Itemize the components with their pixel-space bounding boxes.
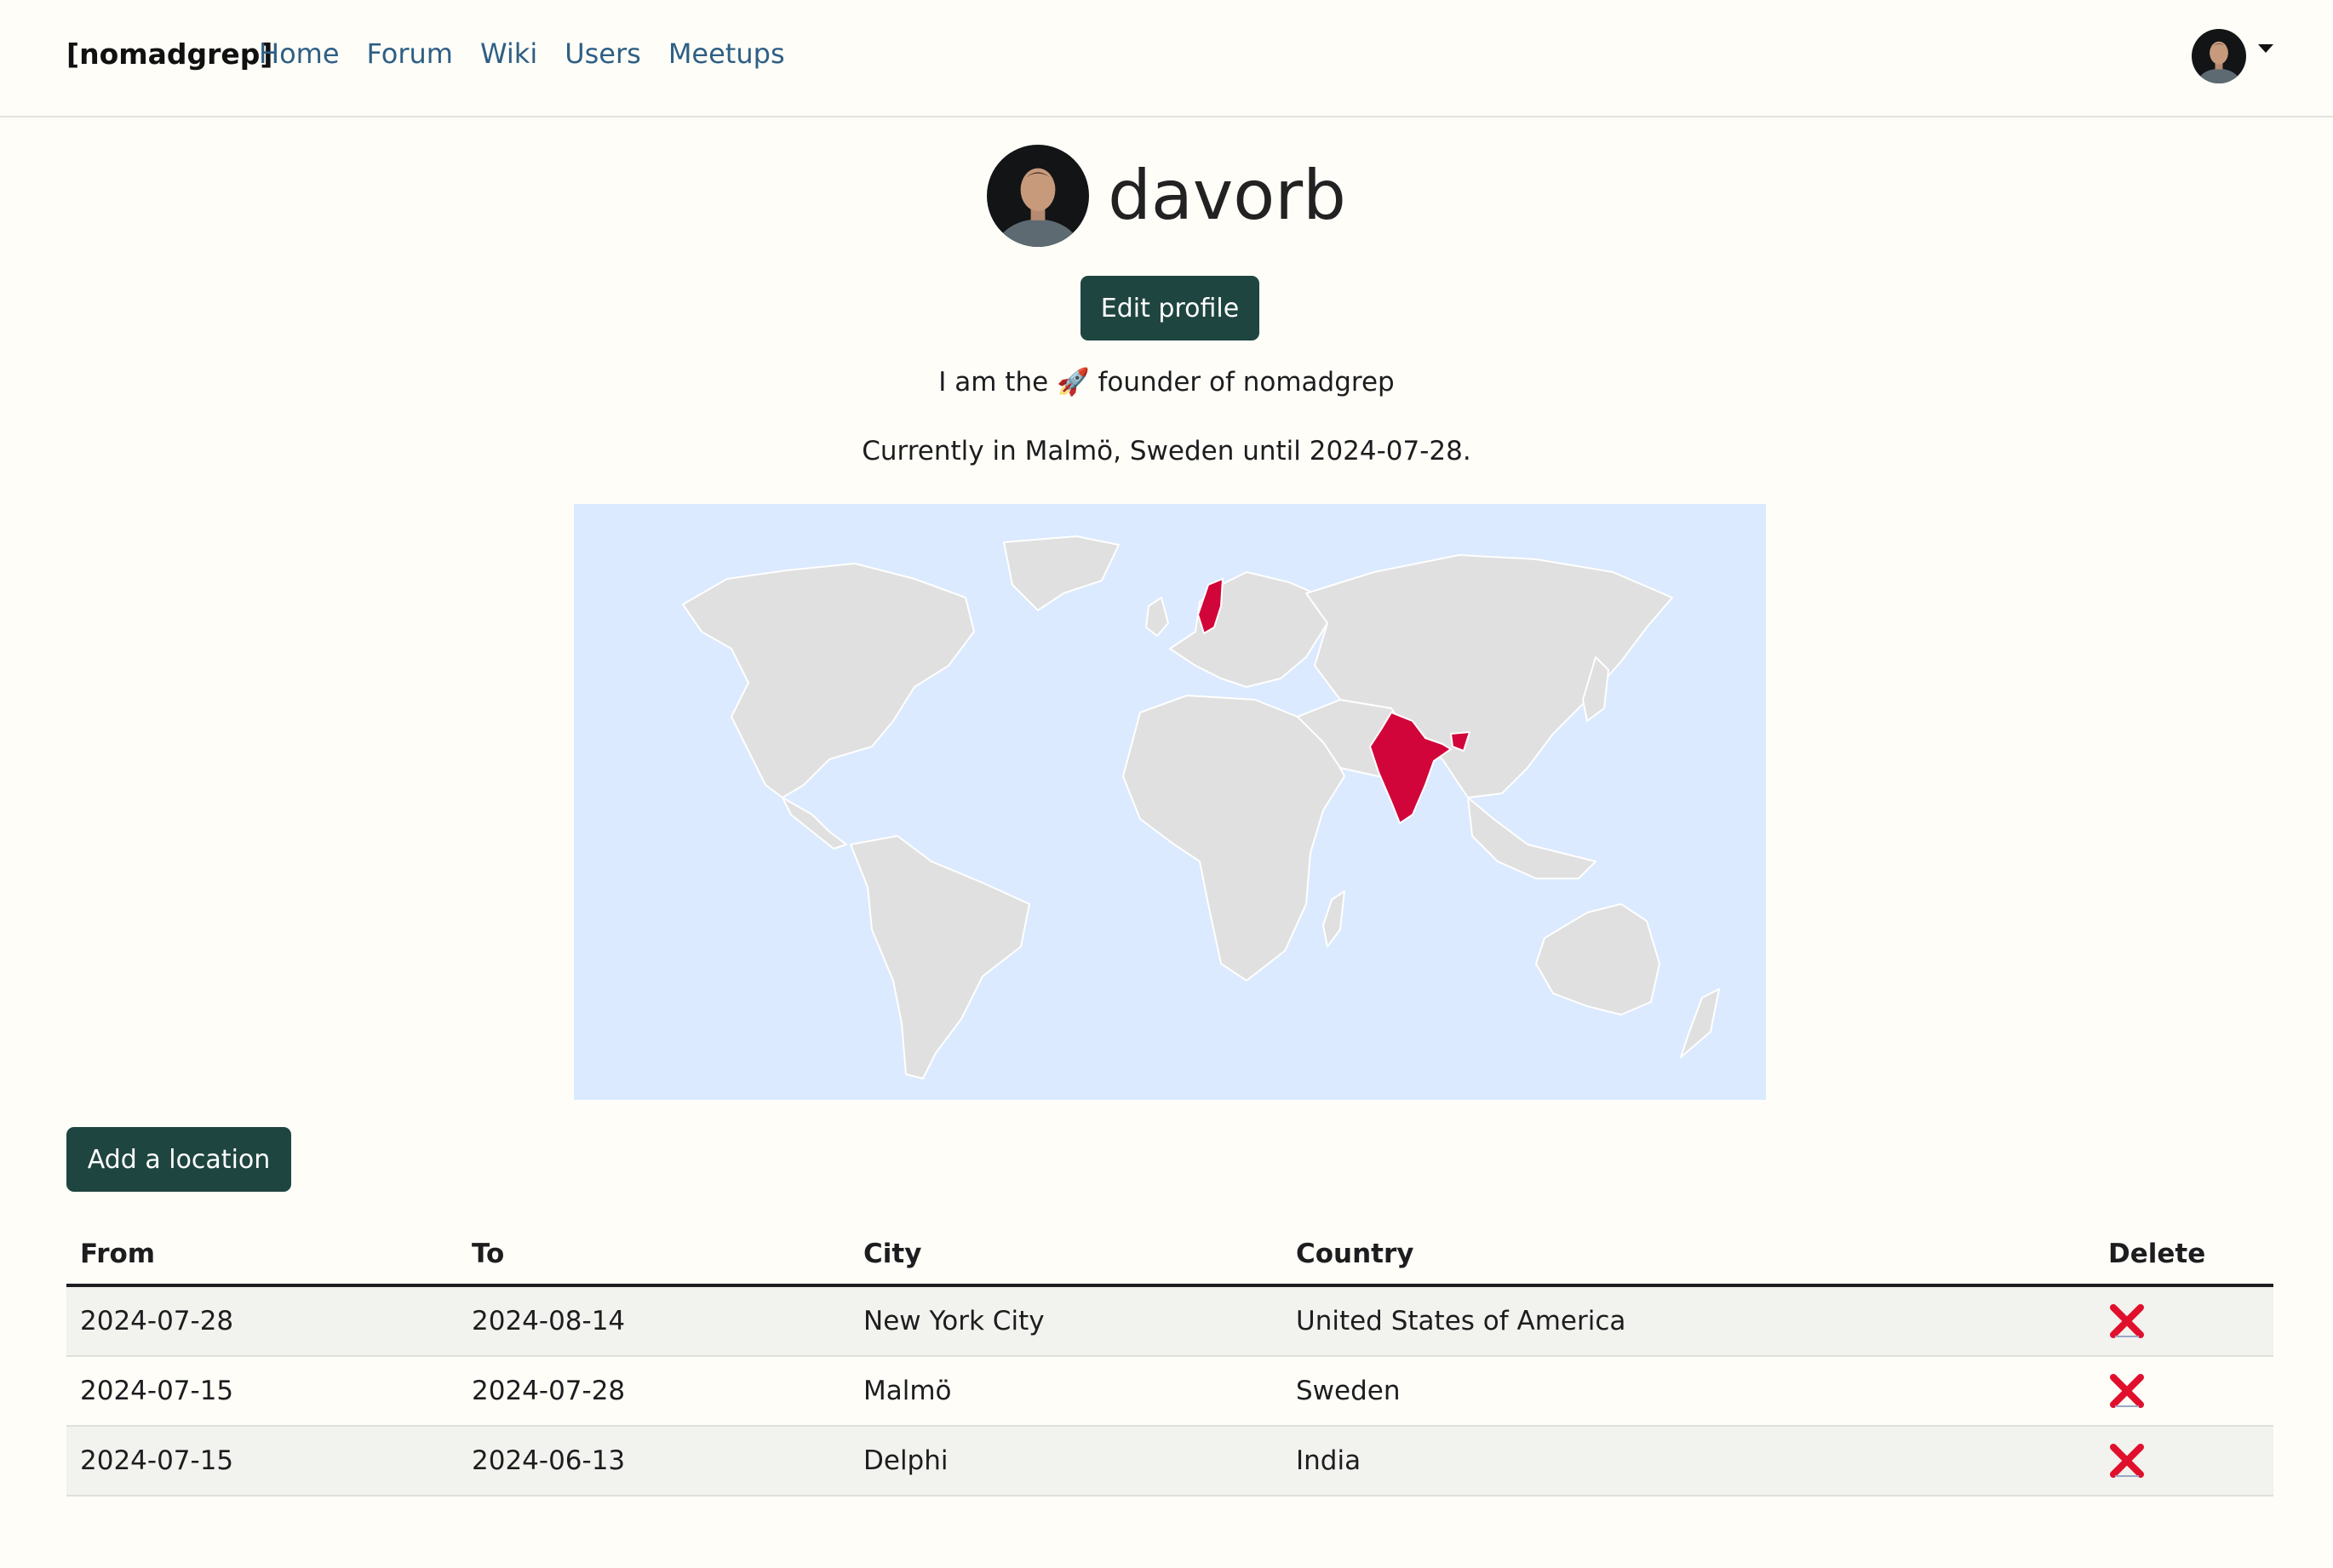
cell-delete	[2095, 1426, 2273, 1496]
profile-bio: I am the 🚀 founder of nomadgrep	[938, 367, 1395, 398]
cell-delete	[2095, 1285, 2273, 1357]
locations-table: From To City Country Delete 2024-07-28 2…	[66, 1224, 2273, 1496]
profile-header: davorb	[0, 145, 2333, 247]
nav-link-home[interactable]: Home	[259, 37, 340, 70]
header-to: To	[458, 1224, 850, 1287]
nav-link-forum[interactable]: Forum	[367, 37, 453, 70]
cell-country: United States of America	[1282, 1285, 2095, 1357]
header-country: Country	[1282, 1224, 2095, 1287]
table-row: 2024-07-28 2024-08-14 New York City Unit…	[66, 1285, 2273, 1357]
header-delete: Delete	[2095, 1224, 2273, 1287]
chevron-down-icon	[2258, 44, 2273, 53]
user-avatar[interactable]	[2192, 29, 2246, 83]
header-from: From	[66, 1224, 458, 1287]
user-menu-toggle[interactable]	[2192, 29, 2273, 83]
cell-city: Malmö	[850, 1356, 1282, 1427]
profile-username: davorb	[1108, 156, 1346, 235]
delete-x-icon[interactable]	[2108, 1302, 2146, 1340]
navbar: [nomadgrep] Home Forum Wiki Users Meetup…	[0, 0, 2333, 117]
table-row: 2024-07-15 2024-06-13 Delphi India	[66, 1426, 2273, 1496]
cell-city: New York City	[850, 1285, 1282, 1357]
brand-logo[interactable]: [nomadgrep]	[66, 37, 273, 71]
cell-country: India	[1282, 1426, 2095, 1496]
cell-to: 2024-06-13	[458, 1426, 850, 1496]
add-location-button[interactable]: Add a location	[66, 1127, 291, 1192]
edit-profile-button[interactable]: Edit profile	[1081, 276, 1259, 340]
world-map	[574, 504, 1766, 1100]
cell-city: Delphi	[850, 1426, 1282, 1496]
world-map-svg	[574, 504, 1766, 1100]
nav-link-wiki[interactable]: Wiki	[480, 37, 537, 70]
cell-to: 2024-07-28	[458, 1356, 850, 1427]
main-nav: Home Forum Wiki Users Meetups	[259, 37, 785, 70]
table-header-row: From To City Country Delete	[66, 1224, 2273, 1287]
cell-delete	[2095, 1356, 2273, 1427]
cell-from: 2024-07-15	[66, 1426, 458, 1496]
nav-link-users[interactable]: Users	[565, 37, 641, 70]
cell-country: Sweden	[1282, 1356, 2095, 1427]
cell-from: 2024-07-15	[66, 1356, 458, 1427]
cell-from: 2024-07-28	[66, 1285, 458, 1357]
profile-avatar	[987, 145, 1090, 247]
delete-x-icon[interactable]	[2108, 1442, 2146, 1479]
current-location-text: Currently in Malmö, Sweden until 2024-07…	[862, 436, 1471, 466]
delete-x-icon[interactable]	[2108, 1372, 2146, 1410]
header-city: City	[850, 1224, 1282, 1287]
table-row: 2024-07-15 2024-07-28 Malmö Sweden	[66, 1356, 2273, 1427]
cell-to: 2024-08-14	[458, 1285, 850, 1357]
nav-link-meetups[interactable]: Meetups	[668, 37, 785, 70]
